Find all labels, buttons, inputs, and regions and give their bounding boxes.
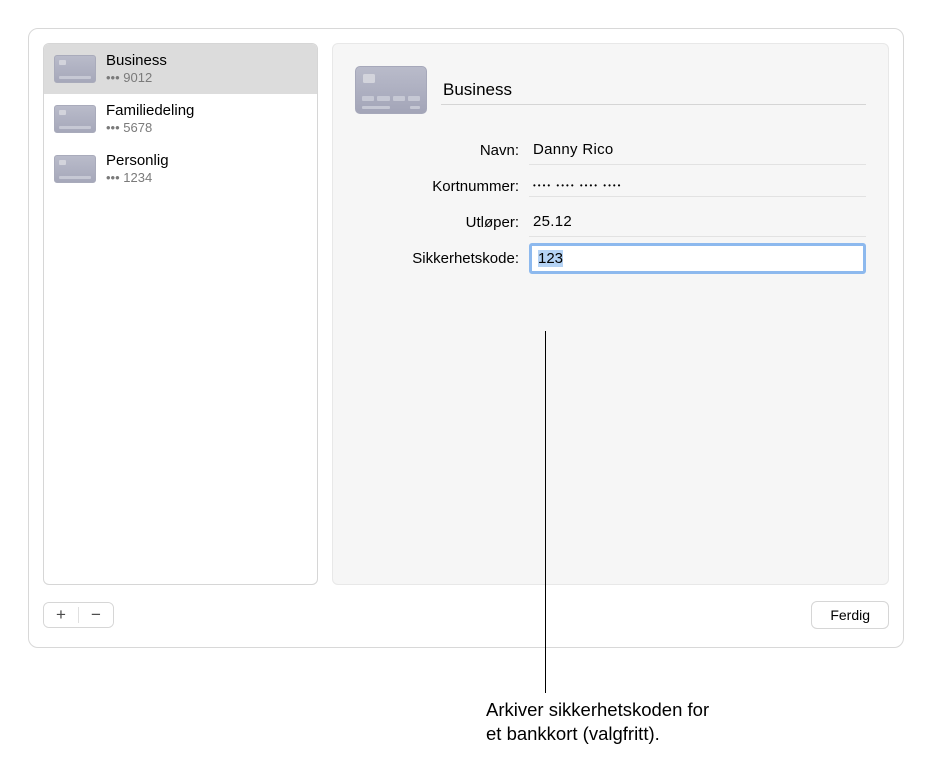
add-button[interactable]: +: [44, 603, 78, 627]
remove-button[interactable]: −: [79, 603, 113, 627]
card-number-field[interactable]: [529, 175, 866, 197]
row-security-code: Sikkerhetskode:: [355, 240, 866, 276]
security-code-field[interactable]: [529, 243, 866, 274]
row-expires: Utløper:: [355, 204, 866, 240]
credit-card-icon: [54, 55, 96, 83]
security-code-wrapper: [529, 243, 866, 274]
sidebar-item-business[interactable]: Business ••• 9012: [44, 44, 317, 94]
detail-header: [355, 66, 866, 114]
sidebar-item-sub: ••• 1234: [106, 170, 169, 186]
credit-card-icon: [54, 155, 96, 183]
callout-text: Arkiver sikkerhetskoden for et bankkort …: [486, 698, 806, 746]
sidebar-item-personlig[interactable]: Personlig ••• 1234: [44, 144, 317, 194]
sidebar-item-sub: ••• 5678: [106, 120, 194, 136]
credit-card-icon: [355, 66, 427, 114]
sidebar-item-familiedeling[interactable]: Familiedeling ••• 5678: [44, 94, 317, 144]
row-number: Kortnummer:: [355, 168, 866, 204]
name-field[interactable]: [529, 135, 866, 165]
expires-field[interactable]: [529, 207, 866, 237]
label-security-code: Sikkerhetskode:: [355, 250, 529, 267]
label-number: Kortnummer:: [355, 178, 529, 195]
row-name: Navn:: [355, 132, 866, 168]
form-rows: Navn: Kortnummer: Utløper: Sikkerhetskod…: [355, 132, 866, 276]
card-detail-pane: Navn: Kortnummer: Utløper: Sikkerhetskod…: [332, 43, 889, 585]
add-remove-group: + −: [43, 602, 114, 628]
done-button[interactable]: Ferdig: [811, 601, 889, 629]
sidebar-item-title: Familiedeling: [106, 102, 194, 120]
card-list-sidebar: Business ••• 9012 Familiedeling ••• 5678…: [43, 43, 318, 585]
bottom-bar: + − Ferdig: [29, 585, 903, 647]
sidebar-item-title: Business: [106, 52, 167, 70]
sidebar-item-sub: ••• 9012: [106, 70, 167, 86]
label-expires: Utløper:: [355, 214, 529, 231]
sidebar-item-text: Business ••• 9012: [106, 52, 167, 86]
label-name: Navn:: [355, 142, 529, 159]
sidebar-item-title: Personlig: [106, 152, 169, 170]
sidebar-item-text: Personlig ••• 1234: [106, 152, 169, 186]
content-row: Business ••• 9012 Familiedeling ••• 5678…: [29, 29, 903, 585]
card-title-input[interactable]: [441, 76, 866, 105]
callout-line: [545, 331, 546, 693]
credit-card-icon: [54, 105, 96, 133]
callout-line2: et bankkort (valgfritt).: [486, 723, 660, 744]
sidebar-item-text: Familiedeling ••• 5678: [106, 102, 194, 136]
preferences-window: Business ••• 9012 Familiedeling ••• 5678…: [28, 28, 904, 648]
callout-line1: Arkiver sikkerhetskoden for: [486, 699, 709, 720]
